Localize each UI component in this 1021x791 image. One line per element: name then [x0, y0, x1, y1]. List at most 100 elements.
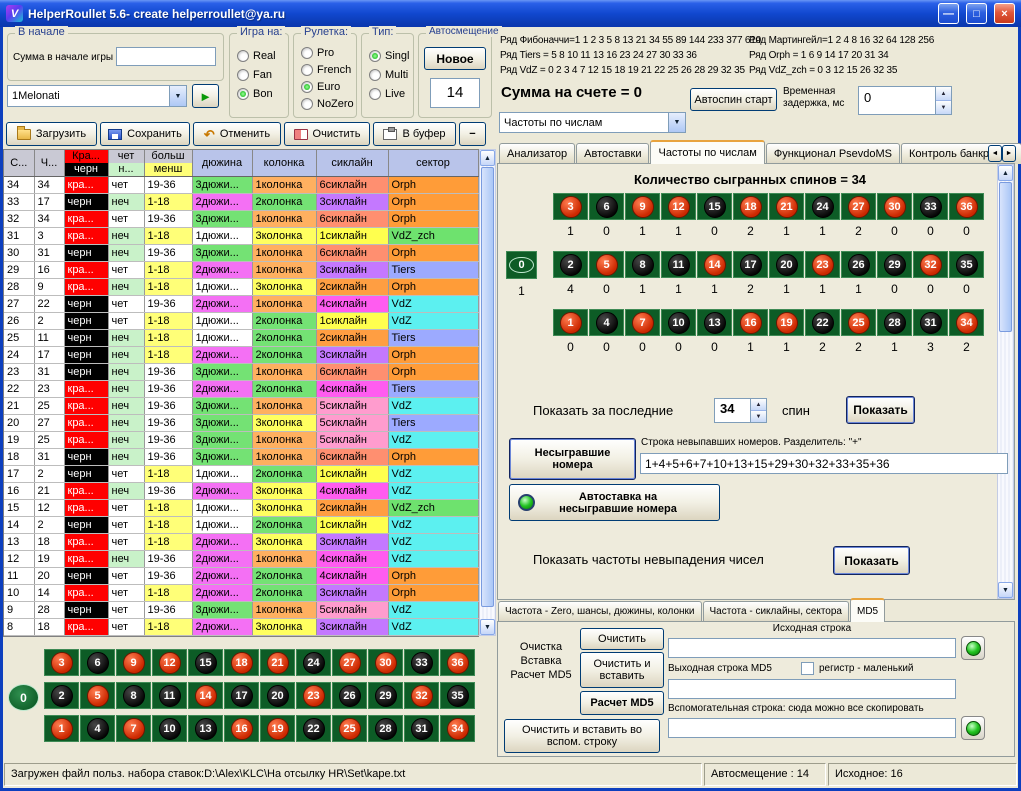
board-number-36[interactable]: 36	[949, 193, 984, 220]
board-number-23[interactable]: 23	[296, 682, 331, 709]
board-number-8[interactable]: 8	[625, 251, 660, 278]
board-number-20[interactable]: 20	[260, 682, 295, 709]
board-number-9[interactable]: 9	[625, 193, 660, 220]
clear-paste-aux-button[interactable]: Очистить и вставить во вспом. строку	[504, 719, 660, 753]
board-number-22[interactable]: 22	[805, 309, 840, 336]
radio-Singl[interactable]: Singl	[369, 46, 411, 65]
tab-Частоты по числам[interactable]: Частоты по числам	[650, 140, 764, 164]
last-spins-spinner[interactable]: 34 ▲▼	[714, 398, 767, 423]
spin-row[interactable]: 1621кра...неч19-362дюжи...3колонка4сикла…	[4, 483, 478, 500]
title-bar[interactable]: V HelperRoullet 5.6- create helperroulle…	[0, 0, 1021, 27]
spin-row[interactable]: 2916кра...чет1-182дюжи...1колонка3сиклай…	[4, 262, 478, 279]
radio-Real[interactable]: Real	[237, 46, 286, 65]
md5-source-led-button[interactable]	[961, 636, 985, 660]
board-number-33[interactable]: 33	[913, 193, 948, 220]
board-number-29[interactable]: 29	[368, 682, 403, 709]
board-number-2[interactable]: 2	[44, 682, 79, 709]
board-number-4[interactable]: 4	[80, 715, 115, 742]
board-number-25[interactable]: 25	[332, 715, 367, 742]
board-number-17[interactable]: 17	[224, 682, 259, 709]
board-number-4[interactable]: 4	[589, 309, 624, 336]
md5-aux-led-button[interactable]	[961, 716, 985, 740]
md5-clear-paste-button[interactable]: Очистить и вставить	[580, 652, 664, 688]
md5-output-input[interactable]	[668, 679, 956, 699]
delay-spinner[interactable]: 0 ▲▼	[858, 86, 952, 115]
board-number-2[interactable]: 2	[553, 251, 588, 278]
preset-combobox[interactable]: 1Melonati ▼	[7, 85, 187, 107]
maximize-button[interactable]: □	[966, 3, 987, 24]
spin-row[interactable]: 262чернчет1-181дюжи...2колонка1сиклайнVd…	[4, 313, 478, 330]
table-scrollbar[interactable]: ▲ ▼	[479, 149, 496, 636]
board-number-14[interactable]: 14	[188, 682, 223, 709]
board-number-10[interactable]: 10	[152, 715, 187, 742]
spin-row[interactable]: 1219кра...неч19-362дюжи...1колонка4сикла…	[4, 551, 478, 568]
md5-clear-button[interactable]: Очистить	[580, 628, 664, 650]
spin-down-icon[interactable]: ▼	[751, 411, 766, 422]
md5-aux-input[interactable]	[668, 718, 956, 738]
show-last-spins-button[interactable]: Показать	[846, 396, 915, 424]
spin-up-icon[interactable]: ▲	[936, 87, 951, 101]
board-number-13[interactable]: 13	[697, 309, 732, 336]
board-number-11[interactable]: 11	[661, 251, 696, 278]
scrollbar-thumb[interactable]	[999, 182, 1012, 332]
tab-Частота - Zero, шансы, дюжины, колонки[interactable]: Частота - Zero, шансы, дюжины, колонки	[498, 601, 702, 622]
board-number-18[interactable]: 18	[733, 193, 768, 220]
board-number-16[interactable]: 16	[224, 715, 259, 742]
board-number-16[interactable]: 16	[733, 309, 768, 336]
md5-calc-button[interactable]: Расчет MD5	[580, 691, 664, 715]
board-number-15[interactable]: 15	[697, 193, 732, 220]
board-number-25[interactable]: 25	[841, 309, 876, 336]
missing-numbers-input[interactable]	[640, 453, 1008, 474]
board-number-28[interactable]: 28	[877, 309, 912, 336]
radio-Live[interactable]: Live	[369, 84, 411, 103]
board-number-26[interactable]: 26	[332, 682, 367, 709]
spin-row[interactable]: 3031черннеч19-363дюжи...1колонка6сиклайн…	[4, 245, 478, 262]
board-number-7[interactable]: 7	[625, 309, 660, 336]
spin-row[interactable]: 142чернчет1-181дюжи...2колонка1сиклайнVd…	[4, 517, 478, 534]
radio-Euro[interactable]: Euro	[301, 78, 354, 95]
spin-row[interactable]: 1120чернчет19-362дюжи...2колонка4сиклайн…	[4, 568, 478, 585]
board-number-31[interactable]: 31	[404, 715, 439, 742]
board-number-11[interactable]: 11	[152, 682, 187, 709]
board-number-9[interactable]: 9	[116, 649, 151, 676]
spin-up-icon[interactable]: ▲	[751, 399, 766, 411]
new-button[interactable]: Новое	[424, 47, 486, 70]
spin-row[interactable]: 2511черннеч1-181дюжи...2колонка2сиклайнT…	[4, 330, 478, 347]
minimize-button[interactable]: —	[938, 3, 959, 24]
to-buffer-button[interactable]: В буфер	[373, 122, 456, 146]
tab-Автоставки[interactable]: Автоставки	[576, 143, 649, 164]
board-number-20[interactable]: 20	[769, 251, 804, 278]
board-number-1[interactable]: 1	[553, 309, 588, 336]
spin-row[interactable]: 2223кра...неч19-362дюжи...2колонка4сикла…	[4, 381, 478, 398]
spin-row[interactable]: 2331черннеч19-363дюжи...1колонка6сиклайн…	[4, 364, 478, 381]
close-button[interactable]: ×	[994, 3, 1015, 24]
board-zero-tile[interactable]: 0	[506, 251, 537, 279]
panel-scrollbar[interactable]: ▲ ▼	[997, 164, 1014, 599]
spin-row[interactable]: 172чернчет1-181дюжи...2колонка1сиклайнVd…	[4, 466, 478, 483]
tab-Частота - сиклайны, сектора[interactable]: Частота - сиклайны, сектора	[703, 601, 849, 622]
board-number-35[interactable]: 35	[949, 251, 984, 278]
board-number-21[interactable]: 21	[260, 649, 295, 676]
undo-button[interactable]: ↶Отменить	[193, 122, 281, 146]
board-number-13[interactable]: 13	[188, 715, 223, 742]
collapse-button[interactable]: −	[459, 122, 486, 146]
board-number-29[interactable]: 29	[877, 251, 912, 278]
radio-French[interactable]: French	[301, 61, 354, 78]
board-number-32[interactable]: 32	[913, 251, 948, 278]
scroll-down-icon[interactable]: ▼	[480, 619, 495, 635]
autospin-start-button[interactable]: Автоспин старт	[690, 88, 777, 111]
tab-MD5[interactable]: MD5	[850, 598, 885, 622]
autobet-missing-button[interactable]: Автоставка на несыгравшие номера	[509, 484, 720, 521]
board-number-24[interactable]: 24	[805, 193, 840, 220]
spin-row[interactable]: 2722чернчет19-362дюжи...1колонка4сиклайн…	[4, 296, 478, 313]
board-number-19[interactable]: 19	[769, 309, 804, 336]
board-number-30[interactable]: 30	[877, 193, 912, 220]
board-number-12[interactable]: 12	[152, 649, 187, 676]
board-number-7[interactable]: 7	[116, 715, 151, 742]
spin-row[interactable]: 1925кра...неч19-363дюжи...1колонка5сикла…	[4, 432, 478, 449]
spin-row[interactable]: 928чернчет19-363дюжи...1колонка5сиклайнV…	[4, 602, 478, 619]
board-zero[interactable]: 0	[8, 684, 39, 711]
start-sum-input[interactable]	[116, 47, 216, 66]
board-number-8[interactable]: 8	[116, 682, 151, 709]
spin-row[interactable]: 818кра...чет1-182дюжи...3колонка3сиклайн…	[4, 619, 478, 636]
